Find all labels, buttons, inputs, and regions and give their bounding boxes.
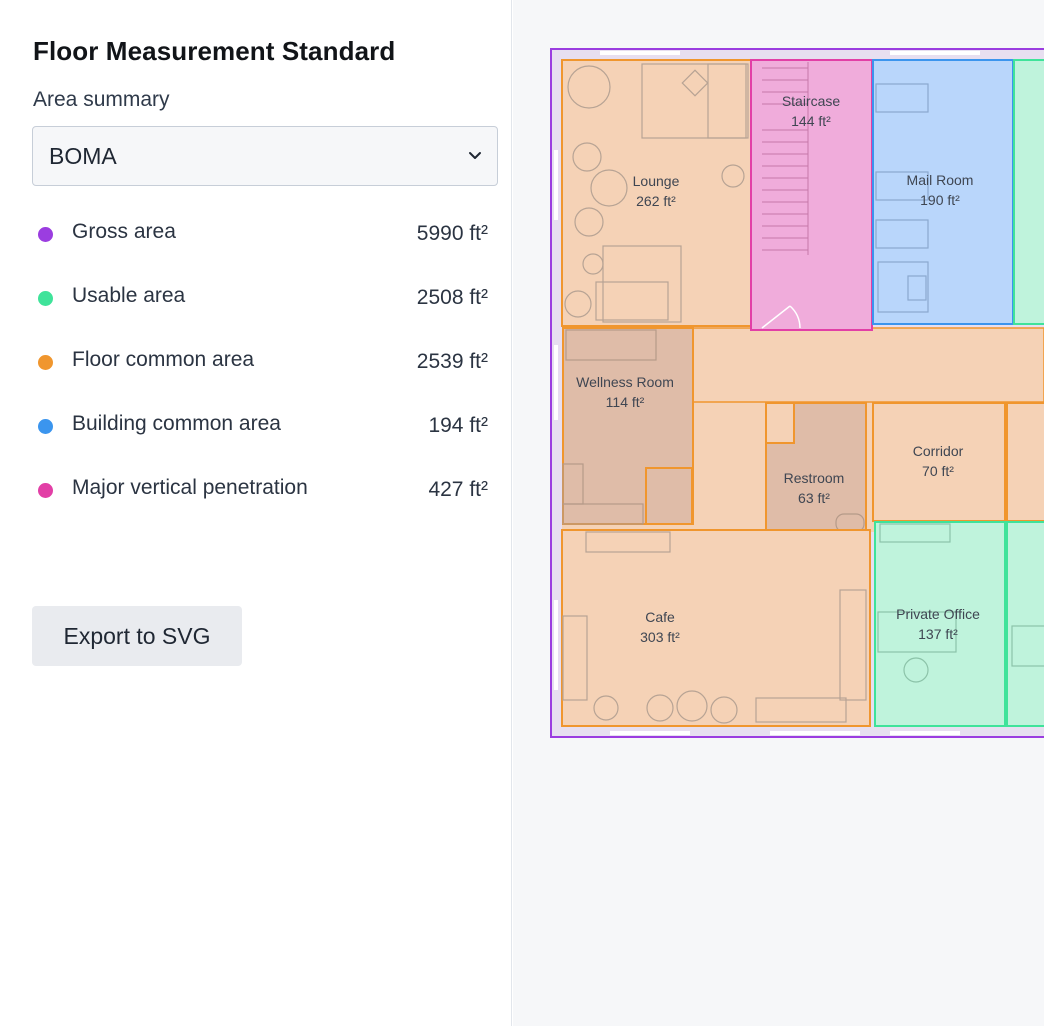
corridor-room-right [1006, 402, 1044, 522]
private-office-name: Private Office [896, 606, 980, 622]
cafe-area: 303 ft² [640, 629, 680, 645]
staircase-area: 144 ft² [791, 113, 831, 129]
wellness-room-name: Wellness Room [576, 374, 674, 390]
sidebar: Floor Measurement Standard Area summary … [0, 0, 512, 1026]
lounge-name: Lounge [633, 173, 680, 189]
measurement-standard-select[interactable]: BOMA [32, 126, 498, 186]
area-summary-label: Area summary [33, 88, 170, 111]
summary-value: 5990 ft² [416, 222, 488, 245]
summary-row-usable: Usable area 2508 ft² [32, 278, 492, 342]
summary-label: Gross area [72, 220, 176, 243]
summary-value: 2539 ft² [416, 350, 488, 373]
floorplan-canvas[interactable]: Staircase 144 ft² Lounge 262 ft² Mail Ro… [513, 0, 1044, 1026]
hallway-area [692, 327, 1044, 403]
mail-room-area: 190 ft² [920, 192, 960, 208]
chevron-down-icon [469, 152, 481, 159]
summary-label: Building common area [72, 412, 281, 435]
private-office [874, 521, 1006, 727]
usable-area-right [1013, 59, 1044, 325]
usable-area-dot [38, 291, 53, 306]
summary-row-floor-common: Floor common area 2539 ft² [32, 342, 492, 406]
area-summary-list: Gross area 5990 ft² Usable area 2508 ft²… [32, 214, 492, 534]
floorplan[interactable]: Staircase 144 ft² Lounge 262 ft² Mail Ro… [513, 0, 1044, 1026]
lounge-area: 262 ft² [636, 193, 676, 209]
summary-row-building-common: Building common area 194 ft² [32, 406, 492, 470]
summary-label: Major vertical penetration [72, 476, 308, 499]
export-svg-button[interactable]: Export to SVG [32, 606, 242, 666]
private-office-area: 137 ft² [918, 626, 958, 642]
corridor-name: Corridor [913, 443, 964, 459]
wellness-room-area: 114 ft² [606, 394, 645, 410]
summary-value: 427 ft² [428, 478, 488, 501]
building-common-area-dot [38, 419, 53, 434]
summary-value: 2508 ft² [416, 286, 488, 309]
restroom-area: 63 ft² [798, 490, 830, 506]
floor-common-area-dot [38, 355, 53, 370]
summary-label: Usable area [72, 284, 186, 307]
summary-label: Floor common area [72, 348, 255, 371]
gross-area-dot [38, 227, 53, 242]
summary-value: 194 ft² [428, 414, 488, 437]
mail-room-name: Mail Room [907, 172, 974, 188]
summary-row-vertical-penetration: Major vertical penetration 427 ft² [32, 470, 492, 534]
page-title: Floor Measurement Standard [33, 36, 396, 66]
restroom-nook [765, 402, 795, 444]
private-office-right [1006, 521, 1044, 727]
restroom-name: Restroom [784, 470, 845, 486]
corridor-room [872, 402, 1006, 522]
cafe-name: Cafe [645, 609, 675, 625]
vertical-penetration-dot [38, 483, 53, 498]
staircase-name: Staircase [782, 93, 841, 109]
corridor-area: 70 ft² [922, 463, 954, 479]
summary-row-gross: Gross area 5990 ft² [32, 214, 492, 278]
select-value: BOMA [49, 143, 117, 169]
